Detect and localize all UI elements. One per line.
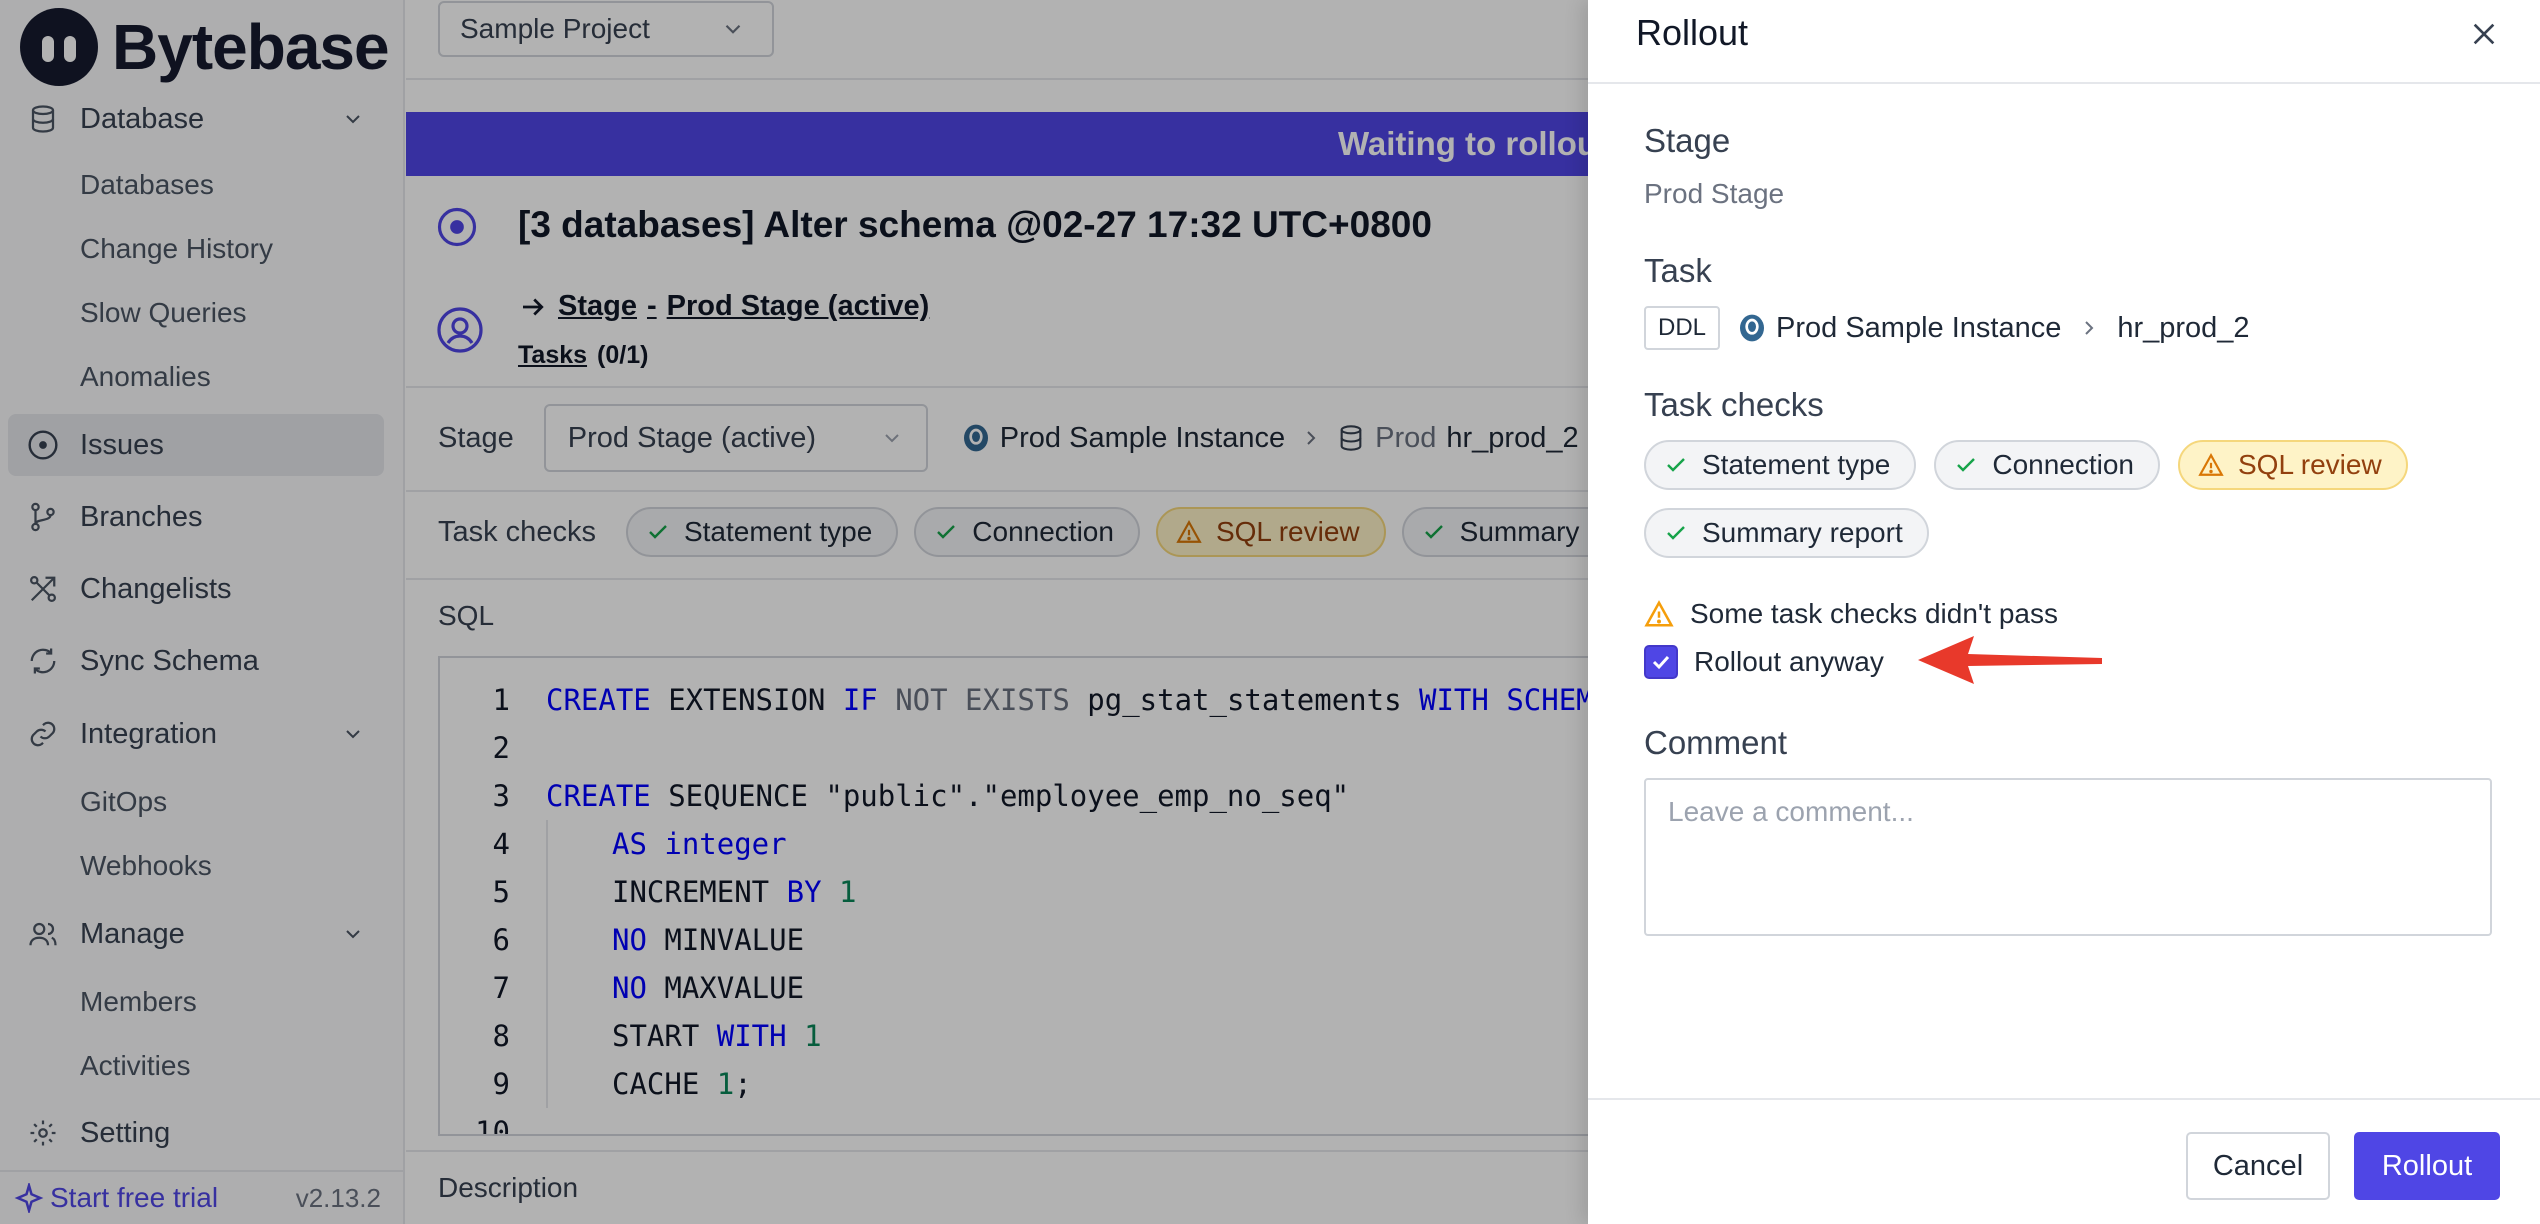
cancel-button[interactable]: Cancel [2186, 1132, 2330, 1200]
task-row: DDL Prod Sample Instance hr_prod_2 [1644, 306, 2250, 350]
checks-section-title: Task checks [1644, 386, 1824, 423]
check-icon [1667, 526, 1685, 540]
task-type-tag: DDL [1644, 306, 1721, 350]
check-pill-connection[interactable]: Connection [1934, 440, 2160, 490]
check-pill-summary-report[interactable]: Summary report [1644, 508, 1929, 558]
task-section-title: Task [1644, 252, 1712, 289]
check-icon [1957, 458, 1976, 472]
check-icon [1652, 655, 1670, 670]
rollout-anyway-label: Rollout anyway [1694, 646, 1884, 677]
drawer-checks: Statement type Connection SQL review Sum… [1644, 440, 2504, 558]
rollout-anyway-checkbox[interactable]: Rollout anyway [1644, 642, 1884, 682]
stage-section-value: Prod Stage [1644, 178, 1785, 209]
checks-warning: Some task checks didn't pass [1644, 594, 2058, 634]
warning-icon [1644, 600, 1674, 627]
check-icon [1667, 458, 1685, 472]
check-pill-label: Connection [1992, 449, 2134, 480]
task-database: hr_prod_2 [2117, 311, 2250, 344]
chevron-right-icon [2085, 321, 2094, 335]
drawer-title: Rollout [1636, 12, 1749, 53]
rollout-drawer: Rollout Stage Prod Stage Task DDL Prod S… [1588, 0, 2540, 1224]
stage-section-title: Stage [1644, 122, 1731, 159]
rollout-button[interactable]: Rollout [2354, 1132, 2500, 1200]
warning-icon [2198, 453, 2224, 476]
close-button[interactable] [2464, 14, 2504, 54]
check-pill-label: SQL review [2238, 449, 2382, 480]
comment-input[interactable] [1644, 778, 2492, 936]
divider [1588, 82, 2540, 84]
close-icon [2473, 23, 2495, 45]
annotation-arrow-icon [1918, 636, 2102, 684]
task-instance: Prod Sample Instance [1776, 311, 2062, 344]
postgres-icon [1740, 314, 1765, 342]
comment-section-title: Comment [1644, 724, 1788, 761]
checks-warning-text: Some task checks didn't pass [1690, 598, 2058, 629]
check-pill-label: Statement type [1702, 449, 1891, 480]
divider [1588, 1098, 2540, 1100]
check-pill-statement-type[interactable]: Statement type [1644, 440, 1917, 490]
check-pill-sql-review[interactable]: SQL review [2178, 440, 2408, 490]
check-pill-label: Summary report [1702, 517, 1903, 548]
checkbox-checked-icon[interactable] [1644, 645, 1678, 679]
modal-overlay[interactable] [0, 0, 1588, 1224]
